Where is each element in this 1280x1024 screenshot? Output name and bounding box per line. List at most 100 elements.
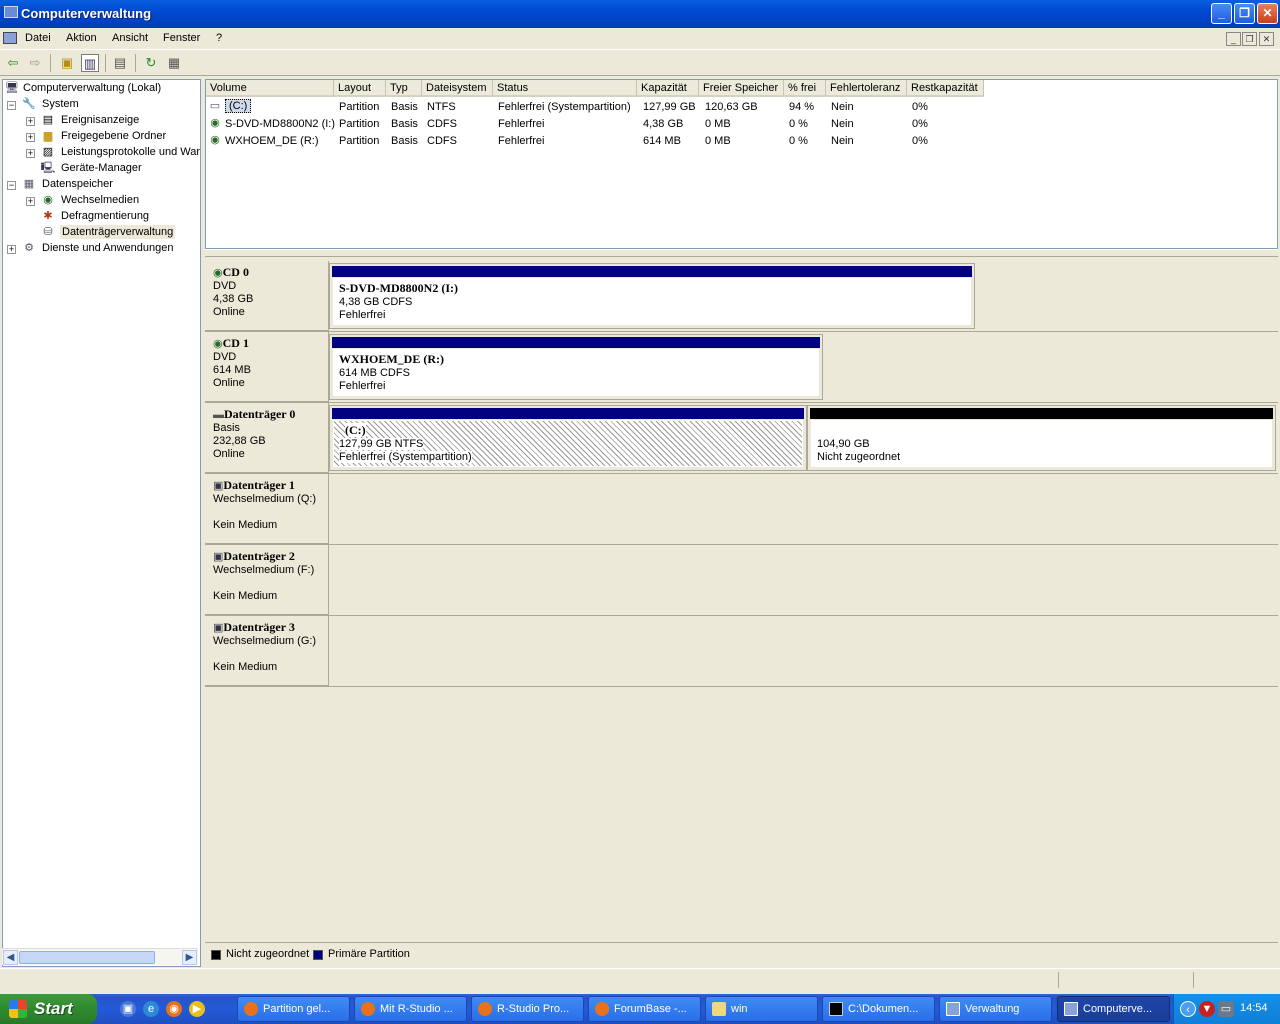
tree-item-services[interactable]: Dienste und Anwendungen <box>42 242 174 254</box>
table-cell: 94 % <box>789 101 815 113</box>
export-list-icon[interactable]: ▦ <box>165 54 183 72</box>
mdi-restore-button[interactable]: ❐ <box>1242 32 1257 46</box>
table-cell: 0% <box>912 118 928 130</box>
minimize-button[interactable]: _ <box>1211 3 1232 24</box>
title-bar[interactable]: Computerverwaltung _ ❐ ✕ <box>0 0 1280 28</box>
disk-label-disk0[interactable]: ▬Datenträger 0 Basis 232,88 GB Online <box>205 403 329 473</box>
collapse-toggle[interactable]: − <box>7 181 16 190</box>
taskbar-button-computerverwaltung[interactable]: Computerve... <box>1057 996 1170 1022</box>
window-title: Computerverwaltung <box>21 6 152 21</box>
scroll-left-icon[interactable]: ◀ <box>3 950 18 965</box>
table-cell-volume[interactable]: WXHOEM_DE (R:) <box>225 135 319 147</box>
up-folder-icon[interactable]: ▣ <box>58 54 76 72</box>
taskbar-button-r-studio-pro[interactable]: R-Studio Pro... <box>471 996 584 1022</box>
close-button[interactable]: ✕ <box>1257 3 1278 24</box>
column-header-restkapazitaet[interactable]: Restkapazität <box>907 80 984 97</box>
column-header-typ[interactable]: Typ <box>386 80 422 97</box>
expand-toggle[interactable]: + <box>26 197 35 206</box>
taskbar-button-partition[interactable]: Partition gel... <box>237 996 350 1022</box>
disk-label-disk1[interactable]: ▣Datenträger 1 Wechselmedium (Q:) Kein M… <box>205 474 329 544</box>
tree-item-shared[interactable]: Freigegebene Ordner <box>61 130 166 142</box>
mdi-close-button[interactable]: ✕ <box>1259 32 1274 46</box>
column-header-prozent-frei[interactable]: % frei <box>784 80 826 97</box>
refresh-icon[interactable]: ↻ <box>142 54 160 72</box>
network-icon[interactable]: ▭ <box>1218 1001 1234 1017</box>
removable-disk-icon: ▣ <box>213 480 224 492</box>
table-cell: 0% <box>912 135 928 147</box>
column-header-kapazitaet[interactable]: Kapazität <box>637 80 699 97</box>
expand-toggle[interactable]: + <box>7 245 16 254</box>
menu-fenster[interactable]: Fenster <box>163 32 200 44</box>
toolbar-separator <box>135 54 136 72</box>
partition-disk0-unallocated[interactable]: 104,90 GB Nicht zugeordnet <box>807 405 1276 471</box>
tree-item-storage[interactable]: Datenspeicher <box>42 178 113 190</box>
column-header-status[interactable]: Status <box>493 80 637 97</box>
properties-icon[interactable]: ▤ <box>111 54 129 72</box>
pane-splitter[interactable] <box>205 249 1278 257</box>
column-header-dateisystem[interactable]: Dateisystem <box>422 80 493 97</box>
disk-state: Online <box>213 306 245 318</box>
tree-item-system[interactable]: System <box>42 98 79 110</box>
disk-label-disk2[interactable]: ▣Datenträger 2 Wechselmedium (F:) Kein M… <box>205 545 329 615</box>
show-hide-tree-icon[interactable]: ▥ <box>81 54 99 72</box>
disk-label-cd1[interactable]: ◉CD 1 DVD 614 MB Online <box>205 332 329 402</box>
collapse-toggle[interactable]: − <box>7 101 16 110</box>
menu-datei[interactable]: Datei <box>25 32 51 44</box>
scroll-right-icon[interactable]: ▶ <box>182 950 197 965</box>
tree-item-devmgr[interactable]: Geräte-Manager <box>61 162 142 174</box>
table-cell: 614 MB <box>643 135 681 147</box>
taskbar-button-forumbase[interactable]: ForumBase -... <box>588 996 701 1022</box>
taskbar-button-win[interactable]: win <box>705 996 818 1022</box>
firefox-icon[interactable]: ◉ <box>166 1001 182 1017</box>
expand-toggle[interactable]: + <box>26 133 35 142</box>
tree-item-root[interactable]: Computerverwaltung (Lokal) <box>23 82 161 94</box>
column-header-volume[interactable]: Volume <box>206 80 334 97</box>
disk-name: Datenträger 2 <box>223 549 295 563</box>
tree-item-defrag[interactable]: Defragmentierung <box>61 210 149 222</box>
maximize-button[interactable]: ❐ <box>1234 3 1255 24</box>
partition-disk0-c[interactable]: (C:) 127,99 GB NTFS Fehlerfrei (Systempa… <box>329 405 807 471</box>
tree-horizontal-scrollbar[interactable]: ◀ ▶ <box>2 948 198 965</box>
scroll-thumb[interactable] <box>19 951 155 964</box>
disk-label-cd0[interactable]: ◉CD 0 DVD 4,38 GB Online <box>205 261 329 331</box>
internet-explorer-icon[interactable]: e <box>143 1001 159 1017</box>
partition-box: WXHOEM_DE (R:) 614 MB CDFS Fehlerfrei <box>333 349 819 396</box>
menu-aktion[interactable]: Aktion <box>66 32 97 44</box>
taskbar-button-r-studio[interactable]: Mit R-Studio ... <box>354 996 467 1022</box>
expand-toggle[interactable]: + <box>26 149 35 158</box>
tree-item-diskmgmt[interactable]: Datenträgerverwaltung <box>60 225 176 239</box>
start-button[interactable]: Start <box>0 994 97 1024</box>
disk-state: Kein Medium <box>213 590 278 602</box>
back-icon[interactable]: ⇦ <box>4 54 22 72</box>
mdi-minimize-button[interactable]: _ <box>1226 32 1241 46</box>
disk-type: Wechselmedium (G:) <box>213 635 317 647</box>
table-cell: 0 MB <box>705 118 731 130</box>
show-desktop-icon[interactable]: ▣ <box>120 1001 136 1017</box>
column-header-fehlertoleranz[interactable]: Fehlertoleranz <box>826 80 907 97</box>
hard-disk-icon: ▬ <box>213 409 224 421</box>
partition-cd0-i[interactable]: S-DVD-MD8800N2 (I:) 4,38 GB CDFS Fehlerf… <box>329 263 975 329</box>
menu-ansicht[interactable]: Ansicht <box>112 32 148 44</box>
column-header-freier-speicher[interactable]: Freier Speicher <box>699 80 784 97</box>
table-cell-volume[interactable]: S-DVD-MD8800N2 (I:) <box>225 118 335 130</box>
volume-list: Volume Layout Typ Dateisystem Status Kap… <box>205 79 1278 249</box>
expand-toggle[interactable]: + <box>26 117 35 126</box>
taskbar-button-command-prompt[interactable]: C:\Dokumen... <box>822 996 935 1022</box>
menu-help[interactable]: ? <box>216 32 222 44</box>
forward-icon[interactable]: ⇨ <box>26 54 44 72</box>
clock[interactable]: 14:54 <box>1240 1002 1268 1014</box>
table-cell-volume[interactable]: (C:) <box>225 99 252 113</box>
security-shield-icon[interactable]: ▼ <box>1199 1001 1215 1017</box>
tree-item-perf[interactable]: Leistungsprotokolle und Warnungen <box>61 146 200 158</box>
tree-item-eventviewer[interactable]: Ereignisanzeige <box>61 114 139 126</box>
disk-name: Datenträger 3 <box>223 620 295 634</box>
disk-name: CD 0 <box>222 265 249 279</box>
column-header-layout[interactable]: Layout <box>334 80 386 97</box>
taskbar-button-verwaltung[interactable]: Verwaltung <box>939 996 1052 1022</box>
partition-cd1-r[interactable]: WXHOEM_DE (R:) 614 MB CDFS Fehlerfrei <box>329 334 823 400</box>
mmc-system-menu-icon[interactable] <box>3 32 17 44</box>
media-player-icon[interactable]: ▶ <box>189 1001 205 1017</box>
disk-label-disk3[interactable]: ▣Datenträger 3 Wechselmedium (G:) Kein M… <box>205 616 329 686</box>
show-hidden-icons-icon[interactable]: ‹ <box>1180 1001 1196 1017</box>
tree-item-removable[interactable]: Wechselmedien <box>61 194 139 206</box>
